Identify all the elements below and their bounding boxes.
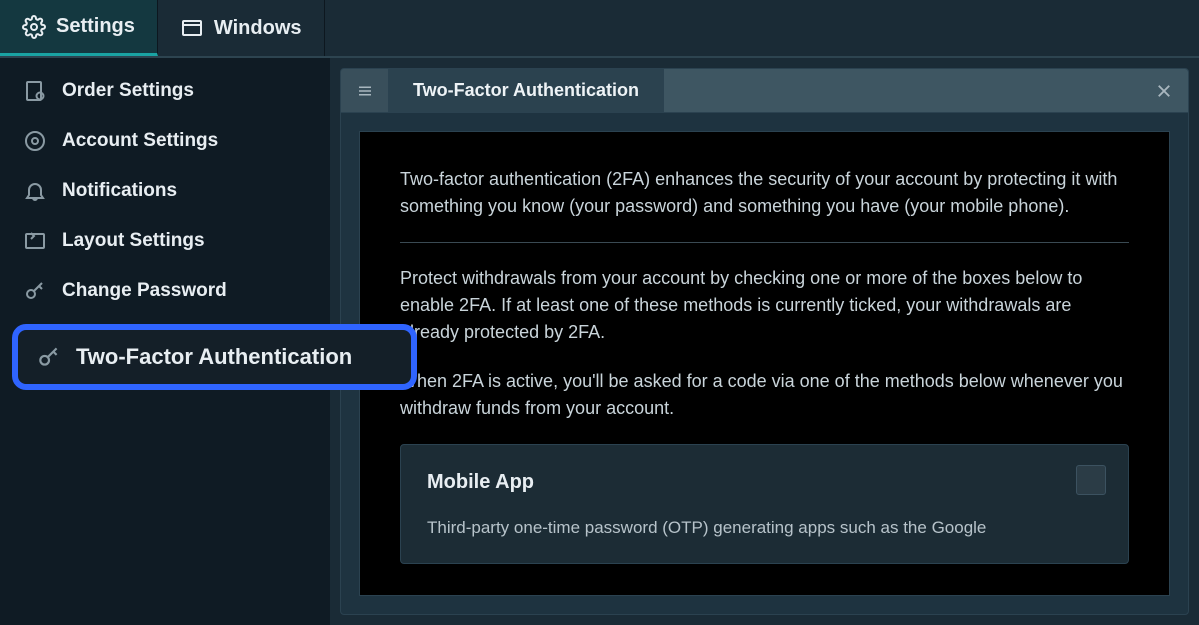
sidebar-item-order-settings[interactable]: Order Settings	[0, 66, 330, 116]
tab-windows[interactable]: Windows	[158, 0, 325, 56]
sidebar-item-label: Notifications	[62, 180, 177, 202]
key-icon	[36, 344, 62, 370]
intro-text: Two-factor authentication (2FA) enhances…	[400, 166, 1129, 220]
panel-body: Two-factor authentication (2FA) enhances…	[341, 113, 1188, 614]
tab-settings[interactable]: Settings	[0, 0, 158, 56]
sidebar-item-label: Change Password	[62, 280, 227, 302]
panel-title-text: Two-Factor Authentication	[413, 80, 639, 101]
sidebar-item-notifications[interactable]: Notifications	[0, 166, 330, 216]
sidebar-item-account-settings[interactable]: Account Settings	[0, 116, 330, 166]
gear-icon	[22, 128, 48, 154]
bell-icon	[22, 178, 48, 204]
panel-title: Two-Factor Authentication	[389, 69, 664, 112]
main: Two-Factor Authentication Two-factor aut…	[330, 58, 1199, 625]
sidebar: Order Settings Account Settings Notifica…	[0, 58, 330, 625]
panel-header: Two-Factor Authentication	[341, 69, 1188, 113]
sidebar-item-label: Layout Settings	[62, 230, 205, 252]
gear-icon	[22, 15, 46, 39]
tab-label: Settings	[56, 15, 135, 38]
when-text: When 2FA is active, you'll be asked for …	[400, 368, 1129, 422]
divider	[400, 242, 1129, 243]
topbar: Settings Windows	[0, 0, 1199, 58]
panel-header-spacer	[664, 69, 1140, 112]
panel-close-button[interactable]	[1140, 69, 1188, 112]
protect-text: Protect withdrawals from your account by…	[400, 265, 1129, 346]
mobile-app-checkbox[interactable]	[1076, 465, 1106, 495]
layout-icon	[22, 228, 48, 254]
option-text: Third-party one-time password (OTP) gene…	[427, 515, 1102, 541]
panel-menu-button[interactable]	[341, 69, 389, 112]
panel: Two-Factor Authentication Two-factor aut…	[340, 68, 1189, 615]
sidebar-item-layout-settings[interactable]: Layout Settings	[0, 216, 330, 266]
sidebar-item-label: Two-Factor Authentication	[76, 344, 352, 370]
sidebar-item-label: Account Settings	[62, 130, 218, 152]
tab-label: Windows	[214, 17, 302, 40]
content-frame: Two-factor authentication (2FA) enhances…	[359, 131, 1170, 596]
option-title: Mobile App	[427, 467, 1102, 497]
sidebar-item-change-password[interactable]: Change Password	[0, 266, 330, 316]
key-icon	[22, 278, 48, 304]
body: Order Settings Account Settings Notifica…	[0, 58, 1199, 625]
sidebar-item-label: Order Settings	[62, 80, 194, 102]
page-gear-icon	[22, 78, 48, 104]
window-icon	[180, 16, 204, 40]
option-mobile-app: Mobile App Third-party one-time password…	[400, 444, 1129, 564]
sidebar-item-two-factor-auth[interactable]: Two-Factor Authentication	[12, 324, 417, 390]
